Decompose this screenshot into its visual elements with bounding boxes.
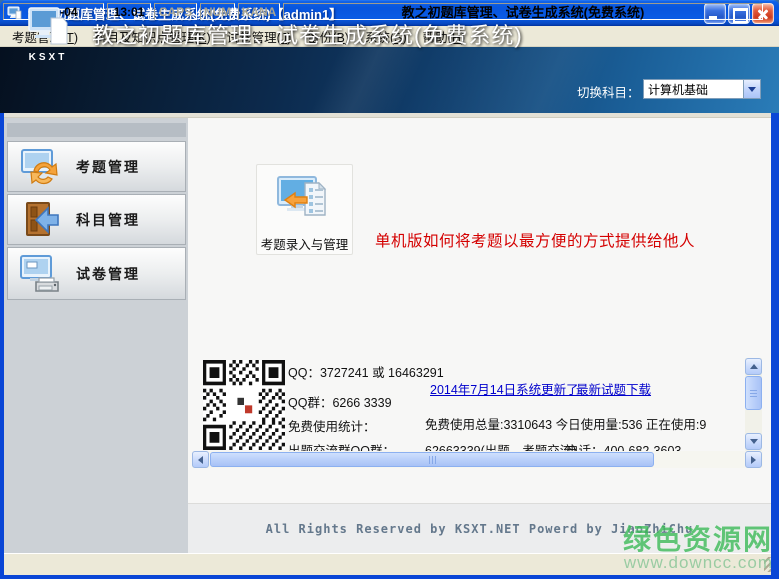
usage-stats-value: 免费使用总量:3310643 今日使用量:536 正在使用:9 [425,414,706,433]
computer-printer-icon [18,252,62,296]
system-update-link[interactable]: 2014年7月14日系统更新了 [430,379,579,398]
copyright-text: All Rights Reserved by KSXT.NET Powerd b… [188,522,771,536]
arrow-right-icon [751,456,756,464]
monitor-document-import-icon [275,175,335,225]
qq-group-line: QQ群：6266 3339 [288,392,392,411]
question-entry-management-button[interactable]: 考题录入与管理 [256,164,353,255]
subject-select[interactable]: 计算机基础 [643,79,761,99]
window-border-right [771,113,779,575]
qq-contact-line: QQ：3727241 或 16463291 [288,362,444,381]
entry-button-label: 考题录入与管理 [257,234,352,253]
vertical-scrollbar-thumb[interactable] [745,376,762,410]
copyright-footer: All Rights Reserved by KSXT.NET Powerd b… [188,503,771,553]
scroll-down-button[interactable] [745,433,762,450]
sidebar-item-paper-management[interactable]: 试卷管理 [7,247,186,300]
subject-select-dropdown-button[interactable] [743,80,760,98]
horizontal-scrollbar-thumb[interactable] [210,452,654,467]
sidebar-item-subject-management[interactable]: 科目管理 [7,194,186,245]
arrow-left-icon [198,456,203,464]
sidebar-top-strip [7,123,186,137]
subject-switch-label: 切换科目： [577,82,640,101]
scroll-up-button[interactable] [745,358,762,375]
window-border-bottom [0,575,779,579]
sidebar-item-label: 科目管理 [76,210,140,230]
subject-select-value: 计算机基础 [644,81,743,98]
computer-document-icon [25,6,71,46]
arrow-down-icon [750,439,758,444]
app-logo: KSXT [18,6,78,62]
application-window: 教之初题库管理、试卷生成系统(免费系统)【admin1】 考题管理(T) 科目及… [0,0,779,579]
banner-title: 教之初题库管理、试卷生成系统(免费系统) [92,18,523,50]
window-border-left [0,113,4,575]
latest-questions-download-link[interactable]: 最新试题下载 [576,379,651,398]
door-arrow-icon [18,198,62,242]
sidebar-item-label: 试卷管理 [76,264,140,284]
sidebar-item-question-management[interactable]: 考题管理 [7,141,186,192]
sidebar-item-label: 考题管理 [76,157,140,177]
status-bar [0,553,779,575]
arrow-up-icon [750,364,758,369]
chevron-down-icon [748,87,756,92]
qq-qr-code-image [203,360,285,450]
scroll-right-button[interactable] [745,451,762,468]
logo-text: KSXT [18,52,78,63]
computer-sync-icon [18,145,62,189]
usage-stats-label: 免费使用统计： [288,416,376,435]
notice-text[interactable]: 单机版如何将考题以最方便的方式提供给他人 [375,229,695,251]
scroll-left-button[interactable] [192,451,209,468]
